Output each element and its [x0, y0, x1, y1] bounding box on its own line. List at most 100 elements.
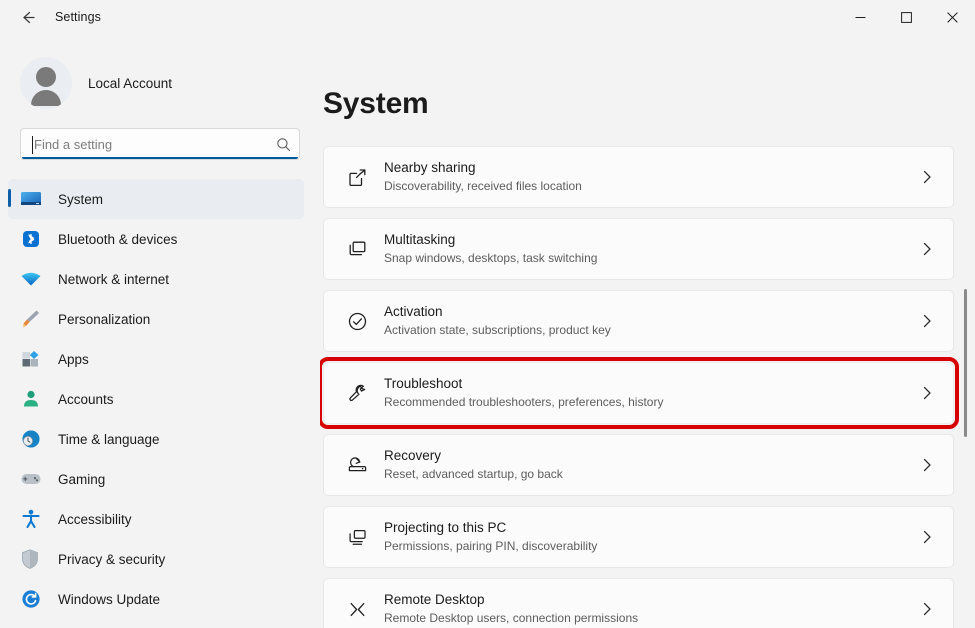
card-subtitle: Remote Desktop users, connection permiss… [384, 611, 639, 626]
settings-card-nearby-sharing[interactable]: Nearby sharing Discoverability, received… [323, 146, 954, 208]
maximize-button[interactable] [883, 0, 929, 34]
card-text: Nearby sharing Discoverability, received… [384, 159, 917, 195]
sidebar-item-label: Accessibility [58, 511, 132, 527]
sidebar-item-label: Accounts [58, 391, 114, 407]
sidebar-nav: System Bluetooth & devices Network & int… [0, 179, 320, 619]
wifi-icon [20, 268, 46, 290]
sidebar-item-windows-update[interactable]: Windows Update [8, 579, 304, 619]
sidebar-item-bluetooth-devices[interactable]: Bluetooth & devices [8, 219, 304, 259]
chevron-right-icon [917, 458, 937, 472]
remote-desktop-arrows-icon [338, 599, 376, 620]
sidebar-item-privacy-security[interactable]: Privacy & security [8, 539, 304, 579]
main-scrollbar[interactable] [960, 34, 972, 628]
card-title: Activation [384, 303, 443, 319]
clock-globe-icon [20, 428, 46, 450]
sidebar-item-system[interactable]: System [8, 179, 304, 219]
person-icon [20, 388, 46, 410]
main-content: System Nearby sharing Discoverability, r… [320, 34, 975, 628]
sidebar-item-label: System [58, 191, 104, 207]
sidebar-item-label: Apps [58, 351, 89, 367]
settings-card-projecting-to-this-pc[interactable]: Projecting to this PC Permissions, pairi… [323, 506, 954, 568]
sidebar-item-label: Bluetooth & devices [58, 231, 178, 247]
card-subtitle: Permissions, pairing PIN, discoverabilit… [384, 539, 598, 554]
card-subtitle: Reset, advanced startup, go back [384, 467, 563, 482]
chevron-right-icon [917, 314, 937, 328]
close-button[interactable] [929, 0, 975, 34]
apps-grid-icon [20, 348, 46, 370]
sidebar-item-network-internet[interactable]: Network & internet [8, 259, 304, 299]
back-button[interactable] [10, 2, 44, 32]
sidebar-item-gaming[interactable]: Gaming [8, 459, 304, 499]
sidebar-item-accounts[interactable]: Accounts [8, 379, 304, 419]
paintbrush-icon [20, 308, 46, 330]
sidebar-item-label: Time & language [58, 431, 160, 447]
card-text: Remote Desktop Remote Desktop users, con… [384, 591, 917, 627]
settings-card-remote-desktop[interactable]: Remote Desktop Remote Desktop users, con… [323, 578, 954, 628]
sidebar-item-label: Personalization [58, 311, 151, 327]
card-title: Troubleshoot [384, 375, 463, 391]
bluetooth-icon [20, 228, 46, 250]
card-title: Recovery [384, 447, 442, 463]
sidebar-item-accessibility[interactable]: Accessibility [8, 499, 304, 539]
chevron-right-icon [917, 242, 937, 256]
sidebar-item-personalization[interactable]: Personalization [8, 299, 304, 339]
window-body: Local Account Find a setting System Blue… [0, 34, 975, 628]
settings-card-list: Nearby sharing Discoverability, received… [320, 146, 975, 628]
share-box-icon [338, 167, 376, 188]
card-text: Recovery Reset, advanced startup, go bac… [384, 447, 917, 483]
sidebar: Local Account Find a setting System Blue… [0, 34, 320, 628]
sidebar-item-label: Gaming [58, 471, 106, 487]
settings-card-multitasking[interactable]: Multitasking Snap windows, desktops, tas… [323, 218, 954, 280]
card-title: Nearby sharing [384, 159, 476, 175]
title-bar: Settings [0, 0, 975, 34]
chevron-right-icon [917, 602, 937, 616]
window-controls [837, 0, 975, 34]
sidebar-item-time-language[interactable]: Time & language [8, 419, 304, 459]
scrollbar-thumb[interactable] [964, 289, 967, 437]
sidebar-item-label: Network & internet [58, 271, 170, 287]
chevron-right-icon [917, 530, 937, 544]
card-title: Remote Desktop [384, 591, 485, 607]
monitor-icon [20, 188, 46, 210]
search-focus-underline [22, 157, 298, 159]
text-caret [32, 136, 33, 154]
account-name: Local Account [88, 75, 173, 91]
sidebar-item-apps[interactable]: Apps [8, 339, 304, 379]
minimize-button[interactable] [837, 0, 883, 34]
card-subtitle: Activation state, subscriptions, product… [384, 323, 611, 338]
chevron-right-icon [917, 170, 937, 184]
app-title: Settings [55, 10, 101, 24]
account-row[interactable]: Local Account [0, 50, 320, 116]
avatar [20, 57, 72, 109]
shield-icon [20, 548, 46, 570]
sidebar-item-label: Privacy & security [58, 551, 166, 567]
card-text: Troubleshoot Recommended troubleshooters… [384, 375, 917, 411]
card-subtitle: Recommended troubleshooters, preferences… [384, 395, 664, 410]
projecting-screens-icon [338, 527, 376, 548]
settings-card-troubleshoot[interactable]: Troubleshoot Recommended troubleshooters… [320, 357, 959, 429]
multitasking-windows-icon [338, 239, 376, 260]
card-text: Projecting to this PC Permissions, pairi… [384, 519, 917, 555]
sidebar-item-label: Windows Update [58, 591, 161, 607]
wrench-icon [338, 383, 376, 404]
recovery-arrow-icon [338, 455, 376, 476]
search-icon[interactable] [276, 137, 291, 152]
gamepad-icon [20, 468, 46, 490]
settings-window: Settings Local Account Find a setting Sy… [0, 0, 975, 628]
search-box[interactable] [20, 128, 300, 160]
chevron-right-icon [917, 386, 937, 400]
refresh-circle-icon [20, 588, 46, 610]
card-title: Multitasking [384, 231, 456, 247]
search-input[interactable] [32, 136, 276, 152]
page-title: System [323, 87, 429, 120]
card-subtitle: Snap windows, desktops, task switching [384, 251, 598, 266]
search-container [20, 128, 300, 160]
card-subtitle: Discoverability, received files location [384, 179, 582, 194]
settings-card-activation[interactable]: Activation Activation state, subscriptio… [323, 290, 954, 352]
accessibility-person-icon [20, 508, 46, 530]
check-circle-icon [338, 311, 376, 332]
card-text: Multitasking Snap windows, desktops, tas… [384, 231, 917, 267]
card-text: Activation Activation state, subscriptio… [384, 303, 917, 339]
card-title: Projecting to this PC [384, 519, 507, 535]
settings-card-recovery[interactable]: Recovery Reset, advanced startup, go bac… [323, 434, 954, 496]
